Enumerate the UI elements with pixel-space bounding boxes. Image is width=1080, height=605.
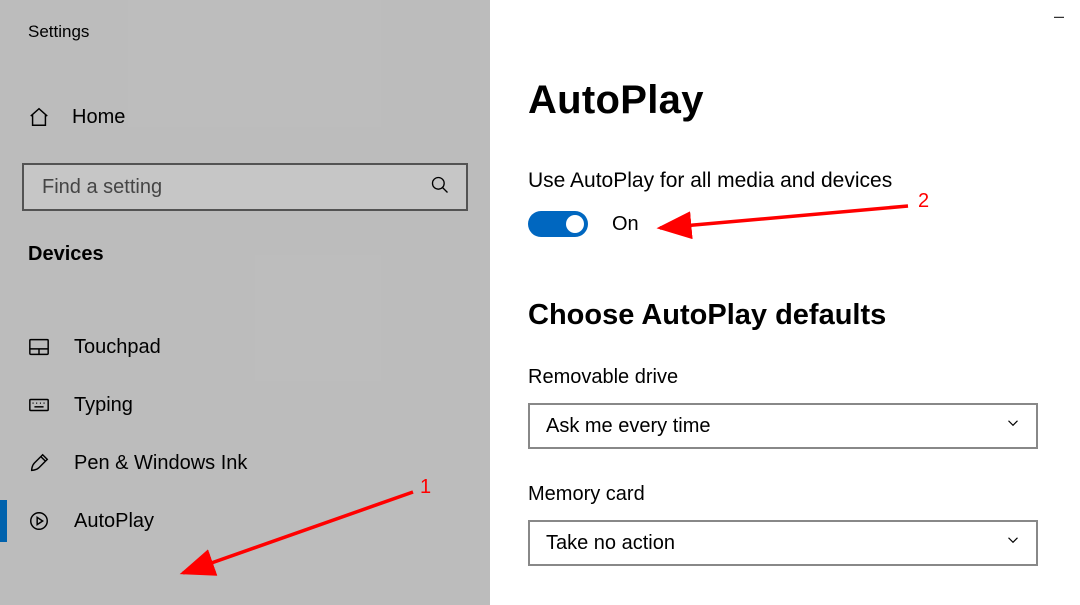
search-placeholder: Find a setting	[42, 176, 162, 199]
removable-drive-label: Removable drive	[528, 366, 1060, 389]
keyboard-icon	[28, 394, 50, 416]
window-title: Settings	[0, 12, 490, 42]
sidebar-item-typing[interactable]: Typing	[0, 376, 490, 434]
sidebar-item-label: Typing	[74, 394, 133, 417]
use-autoplay-toggle[interactable]	[528, 211, 588, 237]
search-input[interactable]: Find a setting	[22, 163, 468, 211]
memory-card-dropdown[interactable]: Take no action	[528, 520, 1038, 566]
memory-card-label: Memory card	[528, 483, 1060, 506]
search-icon	[430, 175, 450, 199]
settings-sidebar: Settings Home Find a setting Devices Tou…	[0, 0, 490, 605]
touchpad-icon	[28, 336, 50, 358]
chevron-down-icon	[1004, 531, 1022, 555]
sidebar-item-label: Touchpad	[74, 336, 161, 359]
sidebar-item-label: Pen & Windows Ink	[74, 452, 247, 475]
sidebar-item-pen[interactable]: Pen & Windows Ink	[0, 434, 490, 492]
sidebar-item-autoplay[interactable]: AutoPlay	[0, 492, 490, 550]
chevron-down-icon	[1004, 414, 1022, 438]
sidebar-nav: Touchpad Typing Pen & Windows Ink AutoPl…	[0, 318, 490, 550]
toggle-state-label: On	[612, 213, 639, 236]
dropdown-value: Take no action	[546, 532, 675, 555]
autoplay-icon	[28, 510, 50, 532]
home-icon	[28, 106, 50, 128]
sidebar-home-label: Home	[72, 106, 125, 129]
use-autoplay-label: Use AutoPlay for all media and devices	[528, 169, 1060, 193]
window-minimize-button[interactable]: –	[1054, 6, 1064, 27]
sidebar-home[interactable]: Home	[0, 97, 490, 137]
sidebar-section-header: Devices	[0, 211, 490, 266]
annotation-label-1: 1	[420, 476, 431, 499]
page-title: AutoPlay	[528, 78, 1060, 123]
main-content: – AutoPlay Use AutoPlay for all media an…	[490, 0, 1080, 605]
removable-drive-dropdown[interactable]: Ask me every time	[528, 403, 1038, 449]
pen-icon	[28, 452, 50, 474]
sidebar-item-label: AutoPlay	[74, 510, 154, 533]
toggle-knob	[566, 215, 584, 233]
dropdown-value: Ask me every time	[546, 415, 710, 438]
defaults-header: Choose AutoPlay defaults	[528, 299, 1060, 332]
annotation-label-2: 2	[918, 190, 929, 213]
sidebar-item-touchpad[interactable]: Touchpad	[0, 318, 490, 376]
